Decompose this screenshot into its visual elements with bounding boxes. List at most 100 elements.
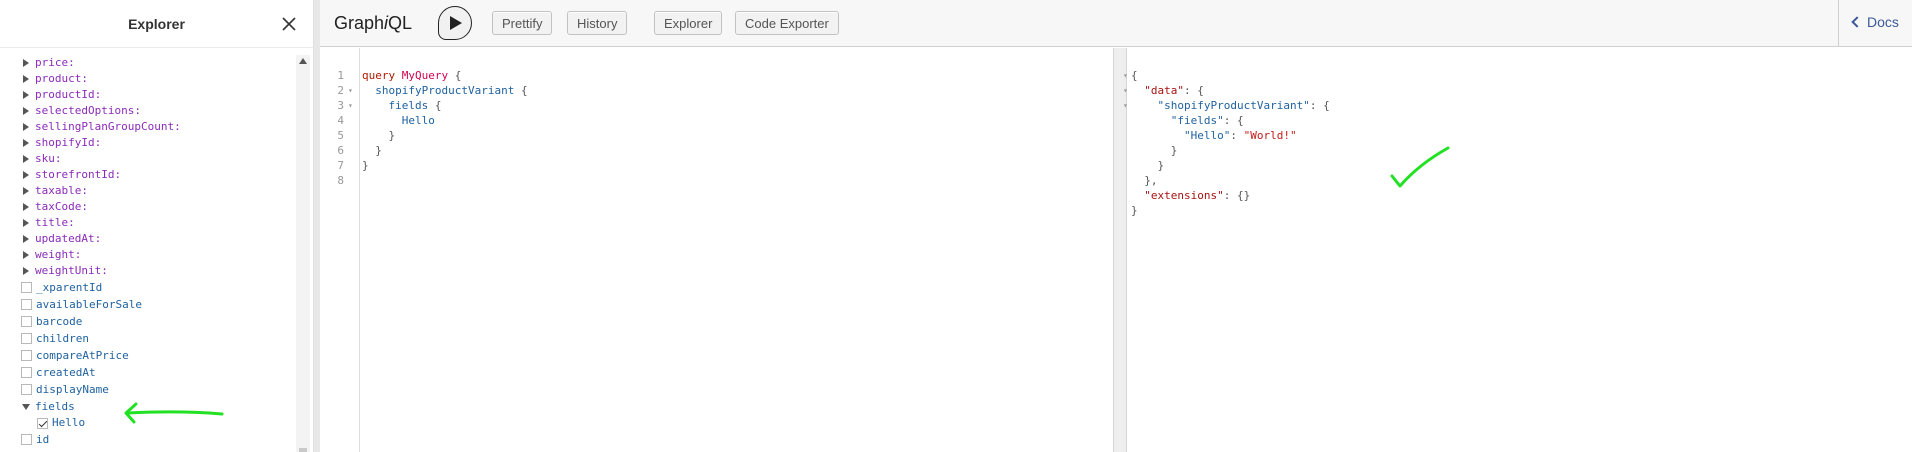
field-label: taxable:	[35, 184, 88, 197]
tree-item-selectedoptions[interactable]: selectedOptions:	[0, 103, 296, 119]
caret-right-icon[interactable]	[23, 267, 29, 275]
chevron-left-icon	[1851, 16, 1863, 28]
code-line: Hello	[401, 114, 435, 127]
scroll-thumb[interactable]	[299, 448, 307, 452]
tree-item-price[interactable]: price:	[0, 55, 296, 71]
caret-right-icon[interactable]	[23, 235, 29, 243]
field-label: title:	[35, 216, 75, 229]
tree-item-product[interactable]: product:	[0, 71, 296, 87]
caret-right-icon[interactable]	[23, 107, 29, 115]
fold-arrow-icon[interactable]: ▾	[1123, 68, 1128, 83]
line-number: 7	[337, 159, 344, 172]
code-line: }	[375, 144, 382, 157]
tree-item-compareatprice[interactable]: compareAtPrice	[0, 347, 296, 364]
line-number: 5	[337, 129, 344, 142]
field-label: barcode	[36, 314, 83, 328]
tree-item-weightunit[interactable]: weightUnit:	[0, 263, 296, 279]
tree-item-createdat[interactable]: createdAt	[0, 364, 296, 381]
fold-arrow-icon[interactable]: ▾	[348, 83, 353, 98]
field-label: taxCode:	[35, 200, 88, 213]
tree-item-taxable[interactable]: taxable:	[0, 183, 296, 199]
caret-right-icon[interactable]	[23, 139, 29, 147]
checkbox-checked[interactable]	[37, 417, 48, 429]
tree-item-hello[interactable]: Hello	[0, 415, 296, 431]
code-line: }	[388, 129, 396, 142]
line-number: 8	[337, 174, 344, 187]
field-label: _xparentId	[36, 280, 103, 294]
field-label: storefrontId:	[35, 168, 122, 181]
caret-right-icon[interactable]	[23, 75, 29, 83]
field-label: sellingPlanGroupCount:	[35, 120, 181, 133]
explorer-panel: Explorer price: product: productId: sele…	[0, 0, 314, 452]
prettify-button[interactable]: Prettify	[492, 11, 553, 35]
code-exporter-button[interactable]: Code Exporter	[735, 11, 839, 35]
query-editor[interactable]: 1 2 ▾ 3 ▾ 4 5 6 7 8 query MyQuery { shopif…	[320, 48, 1113, 452]
tree-item-storefrontid[interactable]: storefrontId:	[0, 167, 296, 183]
checkbox[interactable]	[21, 282, 32, 293]
checkbox[interactable]	[21, 367, 32, 378]
field-label: productId:	[35, 88, 102, 101]
checkbox[interactable]	[21, 316, 32, 327]
tree-item-sku[interactable]: sku:	[0, 151, 296, 167]
tree-item-availableforsale[interactable]: availableForSale	[0, 296, 296, 313]
field-label: compareAtPrice	[36, 348, 129, 362]
docs-area: Docs	[1838, 0, 1912, 47]
field-label: Hello	[52, 416, 86, 429]
close-icon[interactable]	[279, 14, 299, 34]
explorer-button[interactable]: Explorer	[654, 11, 723, 35]
execute-query-button[interactable]	[438, 6, 472, 40]
code-line: fields {	[388, 99, 442, 112]
line-number: 2	[337, 84, 344, 97]
checkbox[interactable]	[21, 434, 32, 445]
field-label: shopifyId:	[35, 136, 102, 149]
query-code[interactable]: query MyQuery { shopifyProductVariant { …	[362, 68, 528, 188]
history-button[interactable]: History	[567, 11, 628, 35]
field-label: fields	[35, 399, 75, 413]
checkbox[interactable]	[21, 350, 32, 361]
code-line: query MyQuery {	[362, 69, 462, 82]
explorer-scrollbar[interactable]	[296, 55, 310, 452]
fold-arrow-icon[interactable]: ▾	[1123, 83, 1128, 98]
fold-arrow-icon[interactable]: ▾	[348, 98, 353, 113]
code-line: shopifyProductVariant {	[375, 84, 528, 97]
tree-item-displayname[interactable]: displayName	[0, 381, 296, 398]
caret-down-icon[interactable]	[22, 403, 30, 410]
graphiql-logo: GraphiQL	[334, 13, 413, 33]
tree-item-xparentid[interactable]: _xparentId	[0, 279, 296, 296]
tree-item-weight[interactable]: weight:	[0, 247, 296, 263]
fold-arrow-icon[interactable]: ▾	[1123, 98, 1128, 113]
tree-item-taxcode[interactable]: taxCode:	[0, 199, 296, 215]
caret-right-icon[interactable]	[23, 187, 29, 195]
tree-item-shopifyid[interactable]: shopifyId:	[0, 135, 296, 151]
tree-item-children[interactable]: children	[0, 330, 296, 347]
caret-right-icon[interactable]	[23, 219, 29, 227]
caret-right-icon[interactable]	[23, 123, 29, 131]
checkbox[interactable]	[21, 299, 32, 310]
tree-item-title[interactable]: title:	[0, 215, 296, 231]
tree-item-sellingplangroupcount[interactable]: sellingPlanGroupCount:	[0, 119, 296, 135]
checkbox[interactable]	[21, 333, 32, 344]
line-number: 6	[337, 144, 344, 157]
tree-item-id[interactable]: id	[0, 431, 296, 448]
scroll-up-icon[interactable]	[299, 58, 307, 64]
field-label: availableForSale	[36, 297, 142, 311]
tree-item-productid[interactable]: productId:	[0, 87, 296, 103]
caret-right-icon[interactable]	[23, 91, 29, 99]
caret-right-icon[interactable]	[23, 155, 29, 163]
field-label: selectedOptions:	[35, 104, 141, 117]
field-label: children	[36, 331, 89, 345]
tree-item-updatedat[interactable]: updatedAt:	[0, 231, 296, 247]
result-panel: ▾{ ▾ "data": { ▾ "shopifyProductVariant"…	[1123, 48, 1912, 452]
caret-right-icon[interactable]	[23, 59, 29, 67]
line-gutter: 1 2 ▾ 3 ▾ 4 5 6 7 8	[320, 48, 360, 452]
caret-right-icon[interactable]	[23, 171, 29, 179]
tree-item-barcode[interactable]: barcode	[0, 313, 296, 330]
field-tree: price: product: productId: selectedOptio…	[0, 55, 296, 448]
caret-right-icon[interactable]	[23, 203, 29, 211]
line-number: 3	[337, 99, 344, 112]
docs-link[interactable]: Docs	[1851, 14, 1899, 30]
caret-right-icon[interactable]	[23, 251, 29, 259]
checkbox[interactable]	[21, 384, 32, 395]
tree-item-fields[interactable]: fields	[0, 398, 296, 415]
